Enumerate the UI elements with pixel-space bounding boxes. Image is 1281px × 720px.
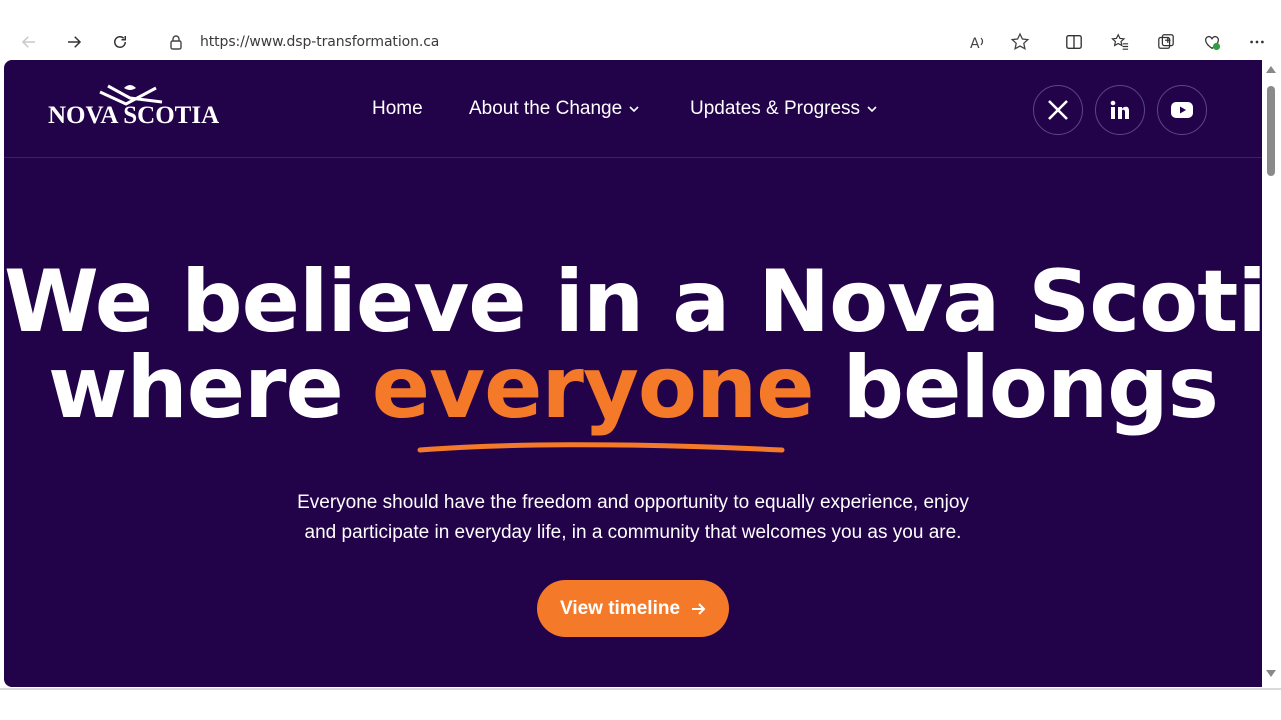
split-screen-button[interactable] [1063,31,1085,53]
linkedin-social-button[interactable] [1095,85,1145,135]
address-bar[interactable]: https://www.dsp-transformation.ca A [150,26,1045,58]
collections-button[interactable] [1155,31,1177,53]
back-button[interactable] [16,29,42,55]
scroll-up-arrow-icon[interactable] [1266,66,1276,73]
browser-toolbar: https://www.dsp-transformation.ca A [0,22,1281,60]
refresh-icon [114,36,126,48]
chevron-down-icon [867,106,877,113]
view-timeline-button[interactable]: View timeline [537,580,729,637]
read-aloud-icon[interactable]: A [968,32,988,52]
refresh-button[interactable] [107,29,133,55]
extension-button[interactable] [1201,31,1223,53]
url-text[interactable]: https://www.dsp-transformation.ca [200,34,439,50]
favorites-icon [1111,33,1129,50]
scroll-thumb[interactable] [1267,86,1275,176]
svg-text:A: A [970,36,980,52]
hero-line2-start: where [48,338,372,438]
hero-accent-word: everyone [371,338,815,438]
favorites-button[interactable] [1109,31,1131,53]
view-timeline-label: View timeline [559,597,681,619]
nav-home[interactable]: Home [372,98,423,120]
x-icon [1048,100,1068,120]
forward-icon [68,36,82,48]
hand-drawn-underline [417,442,785,453]
scroll-down-arrow-icon[interactable] [1266,670,1276,677]
back-icon [21,36,35,48]
page-scrollbar[interactable] [1262,60,1281,688]
chevron-down-icon [629,106,639,113]
nav-about-label: About the Change [469,98,623,119]
hero-line2-end: belongs [813,338,1219,438]
forward-button[interactable] [61,29,87,55]
nova-scotia-logo[interactable]: NOVA SCOTIA [46,82,220,130]
favorite-star-icon[interactable] [1010,32,1030,52]
lock-icon[interactable] [168,34,184,50]
hero-subtext-line-2: and participate in everyday life, in a c… [304,522,962,543]
x-social-button[interactable] [1033,85,1083,135]
youtube-icon [1171,102,1193,118]
nav-about-the-change[interactable]: About the Change [469,98,640,120]
arrow-right-icon [692,602,706,615]
collections-icon [1158,34,1174,49]
linkedin-icon [1110,100,1129,119]
hero-subtext-line-1: Everyone should have the freedom and opp… [297,492,969,513]
extension-icon [1205,35,1221,51]
youtube-social-button[interactable] [1157,85,1207,135]
nav-home-label: Home [372,98,423,119]
more-button[interactable] [1246,31,1268,53]
split-screen-icon [1066,35,1082,49]
nav-updates-progress[interactable]: Updates & Progress [690,98,878,120]
logo-text: NOVA SCOTIA [48,102,220,129]
site-header: NOVA SCOTIA Home About the Change Update… [4,60,1262,158]
hero-headline-line-2: where everyone belongs [4,338,1262,438]
more-icon [1250,40,1264,44]
window-bottom-border [0,688,1281,690]
web-page: NOVA SCOTIA Home About the Change Update… [4,60,1262,687]
nav-updates-label: Updates & Progress [690,98,861,119]
hero-headline-line-1: We believe in a Nova Scotia [4,252,1262,352]
